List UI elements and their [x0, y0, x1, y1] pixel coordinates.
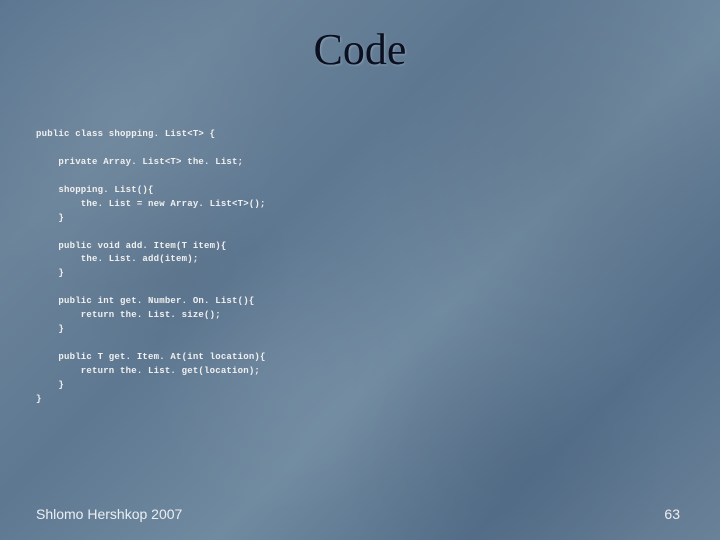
page-number: 63 — [664, 506, 680, 522]
slide-title: Code — [0, 24, 720, 75]
footer-author: Shlomo Hershkop 2007 — [36, 506, 182, 522]
code-block: public class shopping. List<T> { private… — [36, 128, 266, 407]
